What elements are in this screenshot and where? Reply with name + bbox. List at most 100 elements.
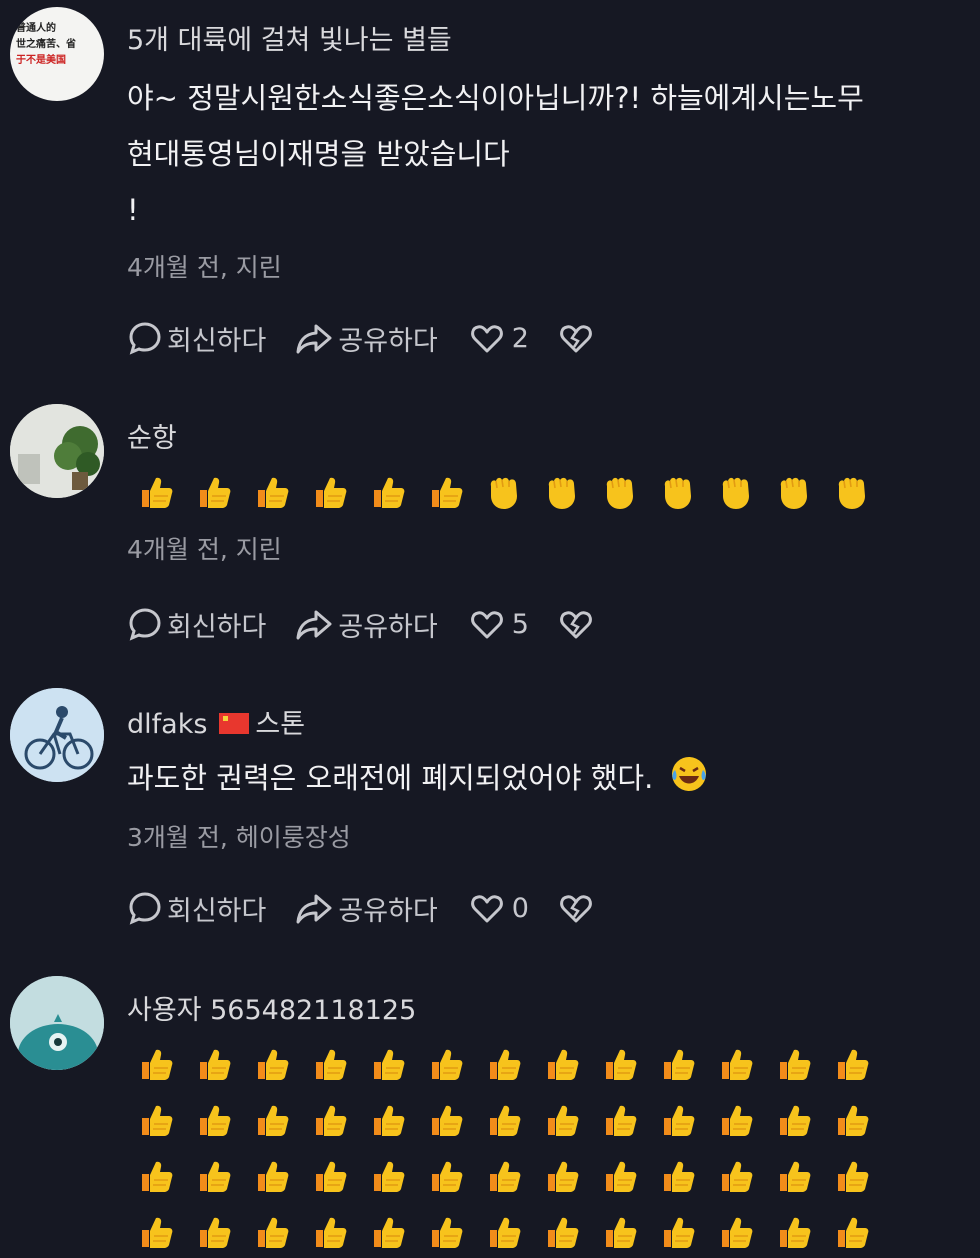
thumbs-up-emoji-icon [832,1212,872,1252]
thumbs-up-emoji-icon [368,1044,408,1084]
avatar[interactable] [10,688,104,782]
thumbs-up-emoji-icon [716,1212,756,1252]
comment-author[interactable]: 5개 대륙에 걸쳐 빛나는 별들 [127,18,452,57]
share-icon [296,894,332,924]
dislike-button[interactable] [559,892,593,924]
comment-meta: 4개월 전, 지린 [127,253,282,282]
share-label: 공유하다 [338,325,438,357]
thumbs-up-emoji-icon [600,1100,640,1140]
share-label: 공유하다 [338,895,438,927]
broken-heart-icon [560,611,592,639]
share-button[interactable]: 공유하다 [294,319,438,358]
reply-button[interactable]: 회신하다 [127,889,266,928]
fist-emoji-icon [716,472,756,512]
share-icon [296,610,332,640]
thumbs-up-emoji-icon [542,1156,582,1196]
share-button[interactable]: 공유하다 [294,889,438,928]
thumbs-up-emoji-icon [194,1212,234,1252]
thumbs-up-emoji-icon [310,1212,350,1252]
like-button[interactable]: 2 [470,322,529,354]
fist-emoji-icon [484,472,524,512]
dislike-button[interactable] [559,322,593,354]
thumbs-up-emoji-icon [136,1212,176,1252]
dislike-button[interactable] [559,608,593,640]
thumbs-up-emoji-icon [368,1212,408,1252]
avatar-text: 普通人的 [16,23,56,34]
author-name: dlfaks [127,709,208,740]
thumbs-up-emoji-icon [832,1100,872,1140]
like-button[interactable]: 0 [470,892,529,924]
avatar-text: 世之痛苦、省 [16,39,76,50]
thumbs-up-emoji-icon [368,1100,408,1140]
fist-emoji-icon [542,472,582,512]
thumbs-up-emoji-icon [252,1044,292,1084]
fist-emoji-icon [600,472,640,512]
comment-meta: 4개월 전, 지린 [127,535,282,564]
comment-text: ! [127,193,139,227]
thumbs-up-emoji-icon [252,472,292,512]
thumbs-up-emoji-icon [252,1212,292,1252]
thumbs-up-emoji-icon [310,1044,350,1084]
reply-icon [129,322,161,355]
thumbs-up-emoji-icon [716,1100,756,1140]
heart-icon [470,325,503,353]
reply-icon [129,608,161,641]
thumbs-up-emoji-icon [484,1156,524,1196]
avatar[interactable] [10,976,104,1070]
thumbs-up-emoji-icon [484,1212,524,1252]
thumbs-up-emoji-icon [600,1212,640,1252]
thumbs-up-emoji-icon [774,1100,814,1140]
thumbs-up-emoji-icon [600,1044,640,1084]
heart-icon [470,611,503,639]
mascot-avatar-icon [10,976,104,1070]
comment-author[interactable]: dlfaks 스톤 [127,702,305,741]
thumbs-up-emoji-icon [310,1156,350,1196]
thumbs-up-emoji-icon [426,1156,466,1196]
thumbs-up-emoji-icon [136,1044,176,1084]
comment-text: 과도한 권력은 오래전에 폐지되었어야 했다. [127,750,709,806]
thumbs-up-emoji-icon [716,1156,756,1196]
reply-button[interactable]: 회신하다 [127,605,266,644]
plant-avatar-icon [10,404,104,498]
thumbs-up-emoji-icon [774,1156,814,1196]
china-flag-icon [219,713,250,734]
comment-actions: 회신하다 공유하다 5 [127,604,593,644]
reply-button[interactable]: 회신하다 [127,319,266,358]
thumbs-up-emoji-icon [426,472,466,512]
thumbs-up-emoji-icon [368,1156,408,1196]
thumbs-up-emoji-icon [252,1156,292,1196]
fist-emoji-icon [658,472,698,512]
broken-heart-icon [560,895,592,923]
comment-author[interactable]: 순항 [127,416,177,455]
avatar[interactable]: 普通人的 世之痛苦、省 于不是美国 [10,7,104,101]
thumbs-up-emoji-icon [542,1212,582,1252]
comment-text-body: 과도한 권력은 오래전에 폐지되었어야 했다. [127,761,654,795]
comment-item: 사용자 565482118125 [0,960,980,1234]
like-count: 5 [511,608,529,640]
thumbs-up-emoji-icon [774,1044,814,1084]
comment-item: dlfaks 스톤 과도한 권력은 오래전에 폐지되었어야 했다. 3개월 전, … [0,670,980,960]
thumbs-up-emoji-icon [310,1100,350,1140]
thumbs-up-emoji-icon [426,1100,466,1140]
comment-author[interactable]: 사용자 565482118125 [127,988,416,1027]
thumbs-up-emoji-icon [658,1100,698,1140]
thumbs-up-emoji-icon [194,472,234,512]
comment-meta: 3개월 전, 헤이룽장성 [127,823,351,852]
thumbs-up-emoji-icon [194,1156,234,1196]
cyclist-avatar-icon [10,688,104,782]
thumbs-up-emoji-icon [832,1156,872,1196]
fist-emoji-icon [832,472,872,512]
thumbs-up-emoji-icon [136,1156,176,1196]
like-count: 2 [511,322,529,354]
like-count: 0 [511,892,529,924]
thumbs-up-emoji-icon [774,1212,814,1252]
share-label: 공유하다 [338,611,438,643]
like-button[interactable]: 5 [470,608,529,640]
reply-label: 회신하다 [167,325,267,357]
reply-label: 회신하다 [167,611,267,643]
avatar[interactable] [10,404,104,498]
thumbs-up-emoji-icon [368,472,408,512]
thumbs-up-emoji-icon [194,1100,234,1140]
share-button[interactable]: 공유하다 [294,605,438,644]
thumbs-up-emoji-icon [716,1044,756,1084]
